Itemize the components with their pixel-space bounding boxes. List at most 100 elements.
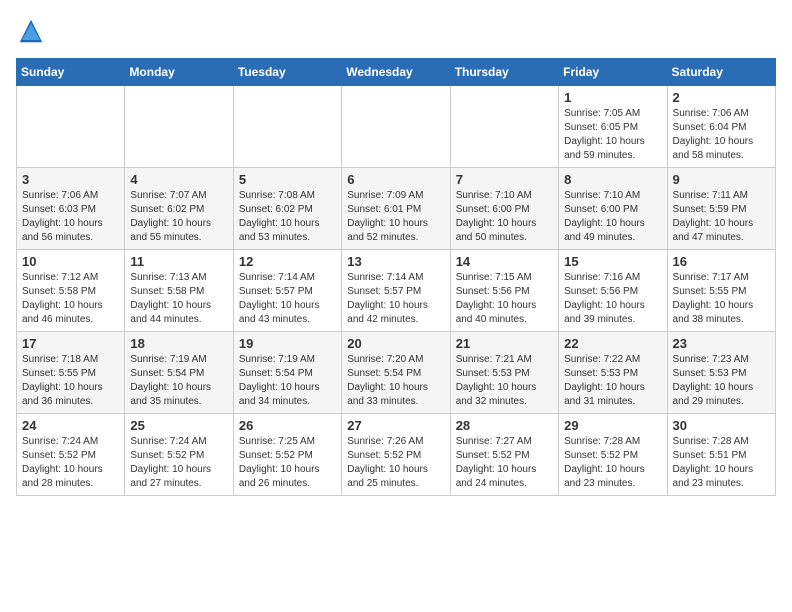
- day-number: 23: [673, 336, 770, 351]
- day-number: 20: [347, 336, 444, 351]
- calendar-week-row: 1 Sunrise: 7:05 AM Sunset: 6:05 PM Daylig…: [17, 86, 776, 168]
- day-number: 8: [564, 172, 661, 187]
- day-info: Sunrise: 7:28 AM Sunset: 5:52 PM Dayligh…: [564, 435, 661, 491]
- day-info: Sunrise: 7:08 AM Sunset: 6:02 PM Dayligh…: [239, 189, 336, 245]
- day-info: Sunrise: 7:19 AM Sunset: 5:54 PM Dayligh…: [130, 353, 227, 409]
- calendar-cell: 22 Sunrise: 7:22 AM Sunset: 5:53 PM Dayli…: [559, 332, 667, 414]
- calendar-cell: [17, 86, 125, 168]
- calendar-cell: 19 Sunrise: 7:19 AM Sunset: 5:54 PM Dayli…: [233, 332, 341, 414]
- day-info: Sunrise: 7:22 AM Sunset: 5:53 PM Dayligh…: [564, 353, 661, 409]
- day-header-sunday: Sunday: [17, 59, 125, 86]
- day-number: 28: [456, 418, 553, 433]
- day-number: 11: [130, 254, 227, 269]
- day-info: Sunrise: 7:11 AM Sunset: 5:59 PM Dayligh…: [673, 189, 770, 245]
- day-info: Sunrise: 7:21 AM Sunset: 5:53 PM Dayligh…: [456, 353, 553, 409]
- day-number: 15: [564, 254, 661, 269]
- calendar-cell: [233, 86, 341, 168]
- calendar-cell: 20 Sunrise: 7:20 AM Sunset: 5:54 PM Dayli…: [342, 332, 450, 414]
- day-number: 16: [673, 254, 770, 269]
- day-info: Sunrise: 7:24 AM Sunset: 5:52 PM Dayligh…: [22, 435, 119, 491]
- calendar-cell: 30Sunrise: 7:28 AM Sunset: 5:51 PM Dayli…: [667, 414, 775, 496]
- day-header-saturday: Saturday: [667, 59, 775, 86]
- calendar-week-row: 10 Sunrise: 7:12 AM Sunset: 5:58 PM Dayli…: [17, 250, 776, 332]
- calendar-cell: 24 Sunrise: 7:24 AM Sunset: 5:52 PM Dayli…: [17, 414, 125, 496]
- day-number: 24: [22, 418, 119, 433]
- calendar-cell: 3 Sunrise: 7:06 AM Sunset: 6:03 PM Daylig…: [17, 168, 125, 250]
- calendar-cell: 9 Sunrise: 7:11 AM Sunset: 5:59 PM Daylig…: [667, 168, 775, 250]
- calendar-cell: 27 Sunrise: 7:26 AM Sunset: 5:52 PM Dayli…: [342, 414, 450, 496]
- day-info: Sunrise: 7:10 AM Sunset: 6:00 PM Dayligh…: [456, 189, 553, 245]
- calendar-cell: 11 Sunrise: 7:13 AM Sunset: 5:58 PM Dayli…: [125, 250, 233, 332]
- day-info: Sunrise: 7:05 AM Sunset: 6:05 PM Dayligh…: [564, 107, 661, 163]
- day-info: Sunrise: 7:12 AM Sunset: 5:58 PM Dayligh…: [22, 271, 119, 327]
- calendar-cell: 23 Sunrise: 7:23 AM Sunset: 5:53 PM Dayli…: [667, 332, 775, 414]
- day-header-tuesday: Tuesday: [233, 59, 341, 86]
- calendar-cell: 25 Sunrise: 7:24 AM Sunset: 5:52 PM Dayli…: [125, 414, 233, 496]
- day-number: 5: [239, 172, 336, 187]
- day-info: Sunrise: 7:15 AM Sunset: 5:56 PM Dayligh…: [456, 271, 553, 327]
- calendar-cell: 18 Sunrise: 7:19 AM Sunset: 5:54 PM Dayli…: [125, 332, 233, 414]
- calendar-cell: 8Sunrise: 7:10 AM Sunset: 6:00 PM Daylig…: [559, 168, 667, 250]
- day-number: 1: [564, 90, 661, 105]
- day-number: 2: [673, 90, 770, 105]
- calendar-table: SundayMondayTuesdayWednesdayThursdayFrid…: [16, 58, 776, 496]
- calendar-cell: 14 Sunrise: 7:15 AM Sunset: 5:56 PM Dayli…: [450, 250, 558, 332]
- day-number: 25: [130, 418, 227, 433]
- calendar-cell: 26Sunrise: 7:25 AM Sunset: 5:52 PM Dayli…: [233, 414, 341, 496]
- day-header-thursday: Thursday: [450, 59, 558, 86]
- calendar-cell: 5 Sunrise: 7:08 AM Sunset: 6:02 PM Daylig…: [233, 168, 341, 250]
- day-number: 7: [456, 172, 553, 187]
- calendar-cell: 6Sunrise: 7:09 AM Sunset: 6:01 PM Daylig…: [342, 168, 450, 250]
- day-header-friday: Friday: [559, 59, 667, 86]
- calendar-cell: 7 Sunrise: 7:10 AM Sunset: 6:00 PM Daylig…: [450, 168, 558, 250]
- day-number: 14: [456, 254, 553, 269]
- day-number: 12: [239, 254, 336, 269]
- day-number: 22: [564, 336, 661, 351]
- calendar-week-row: 24 Sunrise: 7:24 AM Sunset: 5:52 PM Dayli…: [17, 414, 776, 496]
- calendar-cell: 17 Sunrise: 7:18 AM Sunset: 5:55 PM Dayli…: [17, 332, 125, 414]
- day-number: 3: [22, 172, 119, 187]
- day-header-wednesday: Wednesday: [342, 59, 450, 86]
- day-info: Sunrise: 7:24 AM Sunset: 5:52 PM Dayligh…: [130, 435, 227, 491]
- calendar-cell: [125, 86, 233, 168]
- day-header-monday: Monday: [125, 59, 233, 86]
- day-info: Sunrise: 7:06 AM Sunset: 6:03 PM Dayligh…: [22, 189, 119, 245]
- day-info: Sunrise: 7:18 AM Sunset: 5:55 PM Dayligh…: [22, 353, 119, 409]
- day-number: 10: [22, 254, 119, 269]
- day-number: 13: [347, 254, 444, 269]
- day-number: 29: [564, 418, 661, 433]
- calendar-cell: 1 Sunrise: 7:05 AM Sunset: 6:05 PM Daylig…: [559, 86, 667, 168]
- calendar-cell: 2 Sunrise: 7:06 AM Sunset: 6:04 PM Daylig…: [667, 86, 775, 168]
- day-info: Sunrise: 7:06 AM Sunset: 6:04 PM Dayligh…: [673, 107, 770, 163]
- calendar-cell: 16Sunrise: 7:17 AM Sunset: 5:55 PM Dayli…: [667, 250, 775, 332]
- day-info: Sunrise: 7:20 AM Sunset: 5:54 PM Dayligh…: [347, 353, 444, 409]
- calendar-cell: 15 Sunrise: 7:16 AM Sunset: 5:56 PM Dayli…: [559, 250, 667, 332]
- day-number: 26: [239, 418, 336, 433]
- day-info: Sunrise: 7:19 AM Sunset: 5:54 PM Dayligh…: [239, 353, 336, 409]
- day-info: Sunrise: 7:09 AM Sunset: 6:01 PM Dayligh…: [347, 189, 444, 245]
- calendar-week-row: 3 Sunrise: 7:06 AM Sunset: 6:03 PM Daylig…: [17, 168, 776, 250]
- day-info: Sunrise: 7:23 AM Sunset: 5:53 PM Dayligh…: [673, 353, 770, 409]
- day-info: Sunrise: 7:14 AM Sunset: 5:57 PM Dayligh…: [347, 271, 444, 327]
- day-number: 21: [456, 336, 553, 351]
- calendar-cell: 21 Sunrise: 7:21 AM Sunset: 5:53 PM Dayli…: [450, 332, 558, 414]
- day-number: 9: [673, 172, 770, 187]
- calendar-cell: [342, 86, 450, 168]
- day-info: Sunrise: 7:07 AM Sunset: 6:02 PM Dayligh…: [130, 189, 227, 245]
- calendar-cell: 4Sunrise: 7:07 AM Sunset: 6:02 PM Daylig…: [125, 168, 233, 250]
- calendar-cell: 12 Sunrise: 7:14 AM Sunset: 5:57 PM Dayli…: [233, 250, 341, 332]
- calendar-cell: 29 Sunrise: 7:28 AM Sunset: 5:52 PM Dayli…: [559, 414, 667, 496]
- day-info: Sunrise: 7:27 AM Sunset: 5:52 PM Dayligh…: [456, 435, 553, 491]
- day-info: Sunrise: 7:16 AM Sunset: 5:56 PM Dayligh…: [564, 271, 661, 327]
- logo-icon: [16, 16, 46, 46]
- day-number: 17: [22, 336, 119, 351]
- day-info: Sunrise: 7:26 AM Sunset: 5:52 PM Dayligh…: [347, 435, 444, 491]
- day-number: 27: [347, 418, 444, 433]
- page-header: [16, 16, 776, 46]
- day-info: Sunrise: 7:14 AM Sunset: 5:57 PM Dayligh…: [239, 271, 336, 327]
- calendar-cell: 13 Sunrise: 7:14 AM Sunset: 5:57 PM Dayli…: [342, 250, 450, 332]
- day-info: Sunrise: 7:13 AM Sunset: 5:58 PM Dayligh…: [130, 271, 227, 327]
- day-info: Sunrise: 7:28 AM Sunset: 5:51 PM Dayligh…: [673, 435, 770, 491]
- day-number: 19: [239, 336, 336, 351]
- day-number: 18: [130, 336, 227, 351]
